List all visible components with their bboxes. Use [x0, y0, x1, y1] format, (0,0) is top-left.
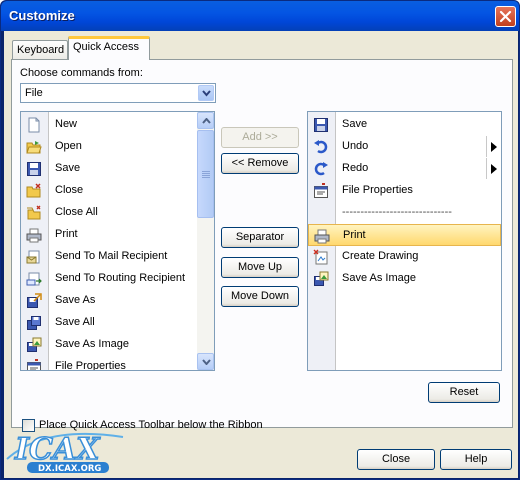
list-item-label: File Properties	[342, 184, 413, 196]
list-item-label: Save As Image	[342, 272, 416, 284]
list-item-label: File Properties	[55, 360, 126, 371]
submenu-divider	[486, 136, 487, 157]
undo-icon	[313, 139, 329, 155]
create-drawing-icon	[313, 249, 329, 265]
file-properties-icon	[313, 183, 329, 199]
tab-quick-access-label: Quick Access	[73, 41, 140, 53]
list-item-label: Save As Image	[55, 338, 129, 350]
move-up-button[interactable]: Move Up	[221, 257, 299, 278]
save-as-image-icon	[313, 271, 329, 287]
separator-button[interactable]: Separator	[221, 227, 299, 248]
list-item[interactable]: Print	[21, 224, 197, 246]
save-as-icon	[26, 293, 42, 309]
dialog-client-area: Keyboard Quick Access Choose commands fr…	[4, 31, 518, 478]
list-item[interactable]: Save As Image	[308, 268, 501, 290]
list-item-label: Close All	[55, 206, 98, 218]
save-all-icon	[26, 315, 42, 331]
remove-button[interactable]: << Remove	[221, 153, 299, 174]
choose-commands-label: Choose commands from:	[20, 67, 143, 79]
list-item[interactable]: Create Drawing	[308, 246, 501, 268]
list-item[interactable]: Print	[308, 224, 501, 246]
routing-icon	[26, 271, 42, 287]
list-item[interactable]: Send To Mail Recipient	[21, 246, 197, 268]
close-button[interactable]: Close	[357, 449, 435, 470]
list-item[interactable]: Redo	[308, 158, 501, 180]
window-title: Customize	[9, 8, 75, 23]
save-disk-icon	[26, 161, 42, 177]
customize-dialog: Customize Keyboard Quick Access Choose c…	[0, 0, 520, 480]
list-item[interactable]: Close All	[21, 202, 197, 224]
open-folder-icon	[26, 139, 42, 155]
list-item-label: Save All	[55, 316, 95, 328]
list-item-label: Undo	[342, 140, 369, 152]
close-window-button[interactable]	[495, 6, 516, 27]
list-item-label: New	[55, 118, 78, 130]
list-item[interactable]: New	[21, 114, 197, 136]
list-item-label: Close	[55, 184, 84, 196]
list-item[interactable]: Send To Routing Recipient	[21, 268, 197, 290]
list-item-label: Open	[55, 140, 82, 152]
save-disk-icon	[313, 117, 329, 133]
list-item-label: Save	[342, 118, 368, 130]
submenu-arrow-icon[interactable]	[491, 142, 497, 155]
list-item[interactable]: Save	[21, 158, 197, 180]
list-item-label: Send To Routing Recipient	[55, 272, 186, 284]
list-item[interactable]: File Properties	[21, 356, 197, 371]
help-button[interactable]: Help	[440, 449, 512, 470]
list-item-label: Print	[55, 228, 78, 240]
close-icon	[499, 10, 512, 23]
list-separator[interactable]: ------------------------------	[308, 202, 501, 224]
quick-access-commands-list[interactable]: Save Undo Redo File Properties -------------…	[307, 111, 502, 371]
title-bar[interactable]: Customize	[1, 1, 519, 31]
add-button[interactable]: Add >>	[221, 127, 299, 148]
available-commands-list[interactable]: New Open Save Close Close All Print Send To Ma…	[20, 111, 215, 371]
close-all-icon	[26, 205, 42, 221]
new-document-icon	[26, 117, 42, 133]
tab-keyboard[interactable]: Keyboard	[12, 40, 68, 59]
close-folder-icon	[26, 183, 42, 199]
commands-source-dropdown[interactable]: File	[20, 83, 216, 103]
list-item-label: Redo	[342, 162, 369, 174]
list-item-label: Save	[55, 162, 81, 174]
file-properties-icon	[26, 359, 42, 370]
dropdown-button[interactable]	[198, 85, 214, 101]
list-item[interactable]: Save As	[21, 290, 197, 312]
print-icon	[314, 228, 330, 244]
separator-line: ------------------------------	[342, 206, 452, 218]
list-item-label: Create Drawing	[342, 250, 419, 262]
list-item[interactable]: Save All	[21, 312, 197, 334]
list-item[interactable]: Undo	[308, 136, 501, 158]
reset-button[interactable]: Reset	[428, 382, 500, 403]
chevron-up-icon	[202, 118, 211, 124]
list-item-label: Print	[343, 229, 366, 241]
scroll-up-button[interactable]	[197, 112, 214, 129]
list-item[interactable]: Open	[21, 136, 197, 158]
tab-quick-access[interactable]: Quick Access	[68, 36, 150, 60]
list-item[interactable]: Save	[308, 114, 501, 136]
move-down-button[interactable]: Move Down	[221, 286, 299, 307]
redo-icon	[313, 161, 329, 177]
save-as-image-icon	[26, 337, 42, 353]
svg-text:DX.ICAX.ORG: DX.ICAX.ORG	[38, 464, 101, 474]
list-item-label: Save As	[55, 294, 96, 306]
icax-watermark-logo: ICAX DX.ICAX.ORG	[6, 431, 124, 474]
chevron-down-icon	[202, 359, 211, 365]
list-item-label: Send To Mail Recipient	[55, 250, 168, 262]
list-item[interactable]: Close	[21, 180, 197, 202]
list-item[interactable]: Save As Image	[21, 334, 197, 356]
list-item[interactable]: File Properties	[308, 180, 501, 202]
vertical-scrollbar[interactable]	[197, 112, 214, 370]
svg-text:ICAX: ICAX	[14, 432, 101, 467]
chevron-down-icon	[202, 90, 211, 97]
commands-source-value: File	[25, 87, 43, 99]
scroll-thumb[interactable]	[197, 130, 214, 218]
submenu-divider	[486, 158, 487, 179]
scroll-down-button[interactable]	[197, 353, 214, 370]
mail-icon	[26, 249, 42, 265]
print-icon	[26, 227, 42, 243]
tab-keyboard-label: Keyboard	[17, 44, 65, 56]
submenu-arrow-icon[interactable]	[491, 164, 497, 177]
